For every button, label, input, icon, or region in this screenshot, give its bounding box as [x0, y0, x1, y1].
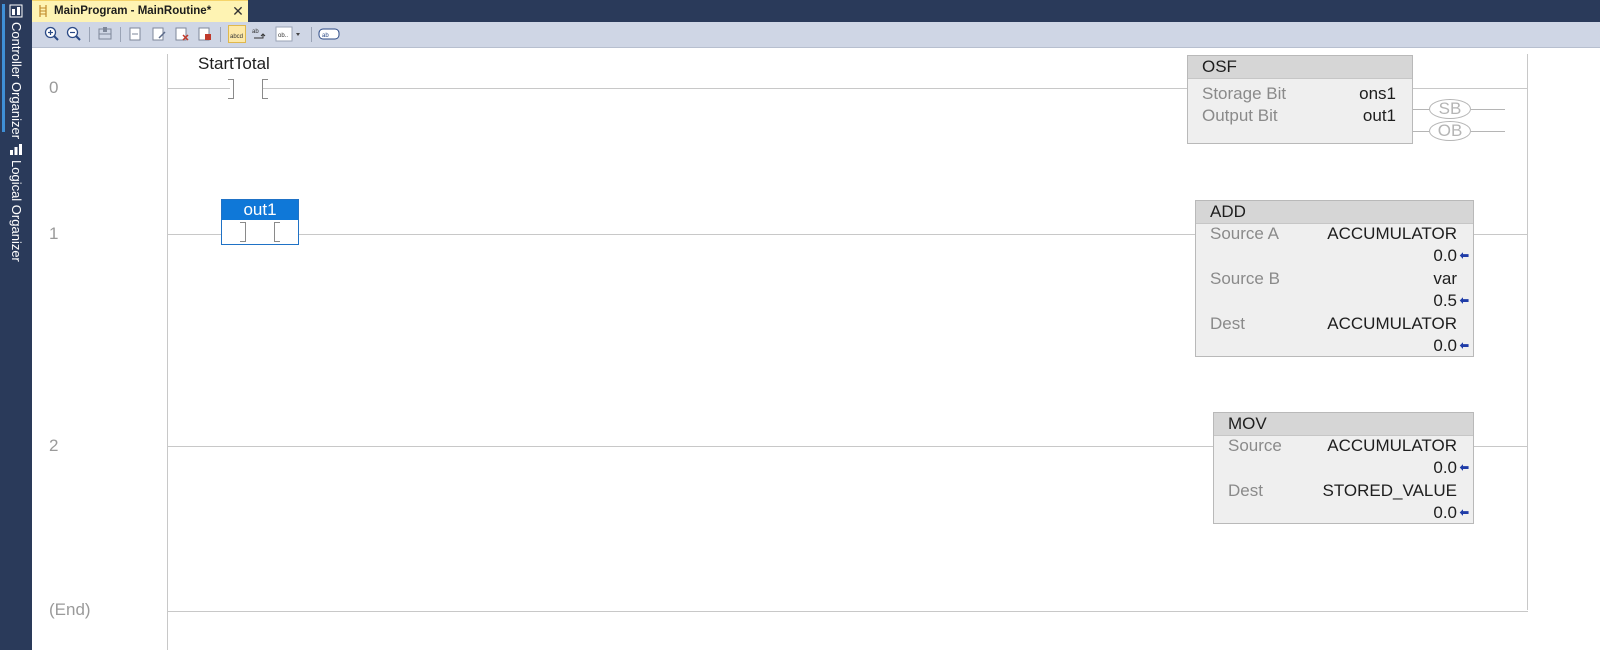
live-value-arrow-icon: ⬅: [1459, 295, 1469, 307]
live-value-arrow-icon: ⬅: [1459, 507, 1469, 519]
contact-left-bracket: [228, 79, 234, 99]
contact-left-bracket: [240, 222, 246, 242]
rung-wire: [168, 446, 1213, 447]
instruction-mnemonic: ADD: [1196, 201, 1473, 224]
show-instruction-text-icon[interactable]: ab: [318, 25, 340, 43]
bookmark-icon[interactable]: [96, 25, 114, 43]
contact-tag-label[interactable]: StartTotal: [198, 54, 270, 74]
toolbar-separator: [89, 27, 90, 42]
param-live-value: 0.5: [1433, 291, 1457, 310]
svg-text:abcd: abcd: [230, 34, 243, 40]
param-label: Dest: [1228, 481, 1263, 500]
param-value[interactable]: out1: [1363, 106, 1396, 126]
active-tab-indicator: [2, 4, 5, 132]
add-rung-icon[interactable]: [127, 25, 145, 43]
live-value-arrow-icon: ⬅: [1459, 250, 1469, 262]
contact-brackets: [240, 222, 280, 242]
end-rung-label: (End): [49, 600, 91, 619]
param-label: Source A: [1210, 224, 1279, 243]
pin-ellipse: OB: [1429, 121, 1471, 141]
param-live-value: 0.0: [1433, 458, 1457, 477]
ladder-routine-icon: [39, 5, 47, 17]
wrap-text-icon[interactable]: ab: [251, 25, 269, 43]
dock-tab-logical-organizer[interactable]: Logical Organizer: [0, 138, 32, 262]
osf-instruction-block[interactable]: OSF Storage Bit ons1 Output Bit out1: [1187, 55, 1413, 144]
mov-instruction-block[interactable]: MOV Source ACCUMULATOR 0.0 ⬅ Dest STORED…: [1213, 412, 1474, 524]
param-label: Output Bit: [1202, 106, 1278, 125]
contact-tag-label: out1: [222, 200, 298, 220]
rung-wire: [168, 88, 230, 89]
param-value[interactable]: STORED_VALUE: [1323, 481, 1457, 501]
param-label: Storage Bit: [1202, 84, 1287, 103]
contact-right-bracket: [262, 79, 268, 99]
toolbar-separator: [311, 27, 312, 42]
param-value[interactable]: var: [1433, 269, 1457, 289]
contact-right-bracket: [274, 222, 280, 242]
param-label: Source: [1228, 436, 1282, 455]
param-value[interactable]: ACCUMULATOR: [1327, 224, 1457, 244]
instruction-mnemonic: MOV: [1214, 413, 1473, 436]
controller-organizer-icon: [9, 4, 23, 18]
xic-contact-selected[interactable]: out1: [221, 199, 299, 245]
ob-output-pin: OB: [1413, 121, 1509, 143]
rung-number[interactable]: 1: [49, 224, 58, 244]
document-tab-title: MainProgram - MainRoutine*: [54, 5, 212, 17]
add-instruction-block[interactable]: ADD Source A ACCUMULATOR 0.0 ⬅ Source B …: [1195, 200, 1474, 357]
sb-output-pin: SB: [1413, 99, 1509, 121]
toolbar-separator: [120, 27, 121, 42]
live-value-arrow-icon: ⬅: [1459, 340, 1469, 352]
document-tab-mainroutine[interactable]: MainProgram - MainRoutine* ✕: [32, 0, 248, 22]
document-tab-strip: MainProgram - MainRoutine* ✕: [32, 0, 1600, 22]
pin-lead: [1471, 109, 1505, 110]
end-rung-wire: [168, 611, 1528, 612]
param-live-value: 0.0: [1433, 246, 1457, 265]
zoom-in-icon[interactable]: [43, 25, 61, 43]
delete-rung-icon[interactable]: [173, 25, 191, 43]
param-value[interactable]: ACCUMULATOR: [1327, 314, 1457, 334]
instruction-mnemonic: OSF: [1188, 56, 1412, 79]
zoom-out-icon[interactable]: [65, 25, 83, 43]
dock-tab-controller-organizer[interactable]: Controller Organizer: [0, 0, 32, 140]
close-icon[interactable]: ✕: [231, 2, 245, 20]
rung-wire: [1474, 446, 1527, 447]
live-value-arrow-icon: ⬅: [1459, 462, 1469, 474]
edit-rung-icon[interactable]: [150, 25, 168, 43]
rung-wire: [299, 234, 1195, 235]
svg-text:ab: ab: [322, 33, 329, 39]
param-value[interactable]: ons1: [1359, 84, 1396, 104]
left-power-rail: [167, 54, 168, 650]
svg-text:ob..: ob..: [278, 33, 288, 39]
xic-contact[interactable]: [228, 79, 268, 99]
svg-text:ab: ab: [252, 29, 259, 35]
param-label: Dest: [1210, 314, 1245, 333]
pin-lead: [1413, 109, 1429, 110]
rung-wire: [1474, 234, 1527, 235]
rung-wire: [263, 88, 1187, 89]
param-label: Source B: [1210, 269, 1280, 288]
toolbar-separator: [220, 27, 221, 42]
rung-wire: [168, 234, 221, 235]
pin-lead: [1471, 131, 1505, 132]
verify-rung-icon[interactable]: [196, 25, 214, 43]
param-value[interactable]: ACCUMULATOR: [1327, 436, 1457, 456]
pin-lead: [1413, 131, 1429, 132]
tag-format-dropdown-icon[interactable]: ob..: [275, 25, 303, 43]
rung-wire: [1413, 88, 1527, 89]
dock-tab-label: Logical Organizer: [9, 160, 24, 262]
right-power-rail: [1527, 54, 1528, 610]
ladder-toolbar: abcd ab ob.. ab: [32, 22, 1600, 48]
ladder-editor[interactable]: 0 StartTotal OSF Storage Bit ons1 Output…: [32, 48, 1600, 650]
show-tag-description-icon[interactable]: abcd: [228, 25, 246, 43]
param-live-value: 0.0: [1433, 336, 1457, 355]
end-rung-left-tick: [167, 579, 168, 612]
dock-tab-label: Controller Organizer: [9, 22, 24, 140]
param-live-value: 0.0: [1433, 503, 1457, 522]
pin-ellipse: SB: [1429, 99, 1471, 119]
rung-number[interactable]: 2: [49, 436, 58, 456]
rung-number[interactable]: 0: [49, 78, 58, 98]
logical-organizer-icon: [10, 144, 22, 155]
side-dock: Controller Organizer Logical Organizer: [0, 0, 32, 650]
